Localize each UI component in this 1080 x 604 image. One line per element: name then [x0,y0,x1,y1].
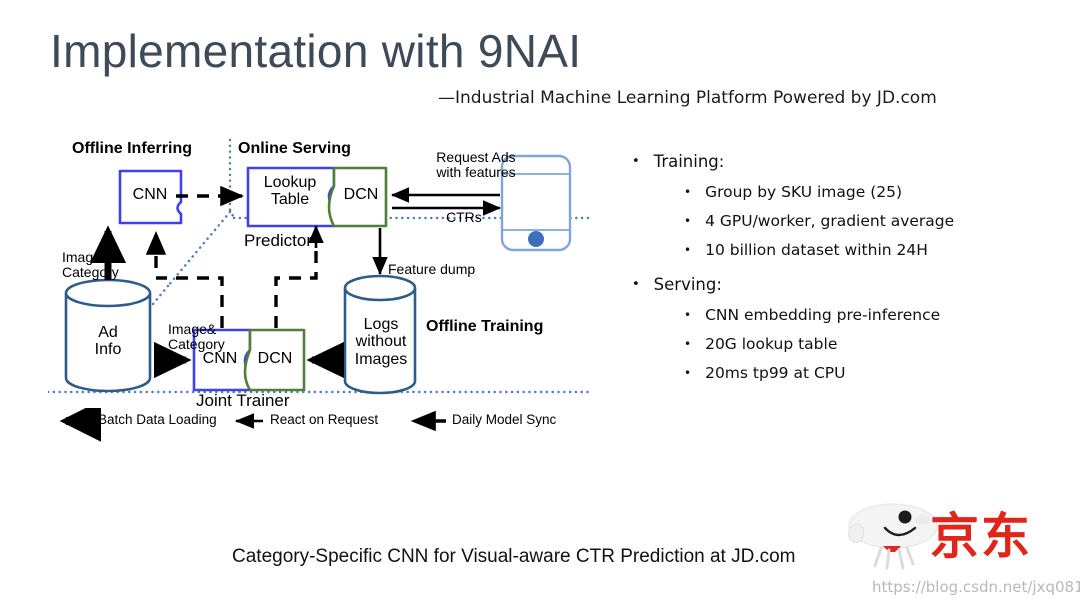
legend-label-batch-data-loading: Batch Data Loading [98,412,217,427]
box-label-cnn-infer: CNN [132,186,168,203]
edge-label-image-category-left: Image & Category [62,249,119,281]
legend-label-react-on-request: React on Request [270,412,379,427]
box-label-cnn-train: CNN [202,350,238,367]
footer-caption: Category-Specific CNN for Visual-aware C… [232,546,796,567]
group-label-predictor: Predictor [244,231,313,250]
edge-label-request-ads: Request Ads with features [436,149,516,181]
bullet-glyph-icon: • [684,308,692,322]
csdn-watermark: https://blog.csdn.net/jxq0816 [872,578,1080,596]
bullet-label-tp99: 20ms tp99 at CPU [705,364,846,382]
bullet-training: • Training: [620,152,1060,171]
bullet-label-lookup-table-size: 20G lookup table [705,335,838,353]
bullet-label-serving: Serving: [653,275,722,294]
bullet-dataset-24h: • 10 billion dataset within 24H [620,241,1060,259]
heading-online-serving: Online Serving [238,140,351,157]
edge-label-image-category-mid: Image& Category [168,321,225,353]
bullet-label-dataset-24h: 10 billion dataset within 24H [705,241,928,259]
bullet-cnn-embedding: • CNN embedding pre-inference [620,306,1060,324]
bullet-lookup-table-size: • 20G lookup table [620,335,1060,353]
heading-offline-training: Offline Training [426,318,544,335]
bullet-gpu-worker: • 4 GPU/worker, gradient average [620,212,1060,230]
bullet-glyph-icon: • [684,185,692,199]
bullet-label-training: Training: [653,152,725,171]
diagram-legend: Batch Data Loading React on Request Dail… [48,408,593,442]
bullet-label-cnn-embedding: CNN embedding pre-inference [705,306,941,324]
dashed-connectors [156,250,318,328]
box-label-dcn-train: DCN [257,350,293,367]
edge-label-feature-dump: Feature dump [388,261,476,277]
bullet-list: • Training: • Group by SKU image (25) • … [620,152,1060,393]
bullet-glyph-icon: • [684,214,692,228]
legend-label-daily-model-sync: Daily Model Sync [452,412,557,427]
bullet-group-by-sku: • Group by SKU image (25) [620,183,1060,201]
architecture-diagram: Offline Inferring Online Serving Offline… [48,138,593,438]
bullet-glyph-icon: • [684,337,692,351]
heading-offline-inferring: Offline Inferring [72,140,192,157]
page-title: Implementation with 9NAI [50,25,582,77]
bullet-serving: • Serving: [620,275,1060,294]
cylinder-label-logs: Logs without Images [354,316,408,368]
edge-label-ctrs: CTRs [446,209,482,225]
page-subtitle: —Industrial Machine Learning Platform Po… [438,88,937,108]
bullet-glyph-icon: • [684,366,692,380]
bullet-label-gpu-worker: 4 GPU/worker, gradient average [705,212,955,230]
box-label-lookup-table: Lookup Table [263,174,317,209]
jd-logo-text: 京东 [930,508,1033,565]
bullet-glyph-icon: • [632,277,640,292]
cylinder-label-ad-info: Ad Info [94,324,122,359]
bullet-tp99: • 20ms tp99 at CPU [620,364,1060,382]
bullet-glyph-icon: • [684,243,692,257]
slide-canvas: Implementation with 9NAI —Industrial Mac… [0,0,1080,604]
bullet-glyph-icon: • [632,154,640,169]
box-label-dcn-serve: DCN [343,186,379,203]
bullet-label-group-by-sku: Group by SKU image (25) [705,183,903,201]
